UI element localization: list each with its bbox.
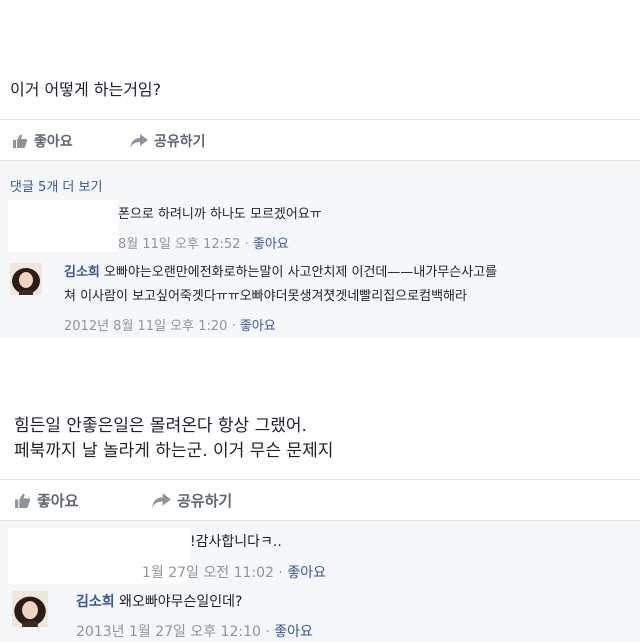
avatar[interactable] (10, 263, 42, 295)
divider (0, 479, 640, 480)
comment-meta: 1월 27일 오전 11:02 · 좋아요 (142, 562, 326, 582)
share-button[interactable]: 공유하기 (130, 131, 206, 151)
meta-separator: · (265, 624, 270, 640)
redacted-name-mask (8, 200, 118, 252)
meta-separator: · (244, 237, 249, 252)
commenter-name[interactable]: 김소희 (64, 265, 100, 280)
comment-date[interactable]: 1월 27일 오전 11:02 (142, 565, 274, 581)
share-button[interactable]: 공유하기 (152, 490, 232, 511)
share-arrow-icon (130, 134, 148, 148)
post-1-text: 이거 어떻게 하는거임? (10, 80, 162, 99)
comment-like-link[interactable]: 좋아요 (240, 319, 276, 334)
like-button[interactable]: 좋아요 (14, 490, 78, 511)
meta-separator: · (278, 565, 283, 581)
comment-like-link[interactable]: 좋아요 (287, 565, 326, 581)
view-more-comments-link[interactable]: 댓글 5개 더 보기 (10, 176, 102, 195)
comment-like-link[interactable]: 좋아요 (274, 624, 313, 640)
divider (0, 119, 640, 120)
comment-text: 김소희 왜오빠야무슨일인데? (76, 594, 243, 610)
comment-meta: 2013년 1월 27일 오후 12:10 · 좋아요 (76, 621, 313, 641)
comment-text: !감사합니다ㅋ.. (190, 534, 282, 550)
commenter-name[interactable]: 김소희 (76, 594, 115, 610)
avatar[interactable] (12, 591, 48, 627)
thumbs-up-icon (12, 134, 28, 148)
comment-date[interactable]: 2012년 8월 11일 오후 1:20 (64, 319, 227, 334)
post-2-text: 힘든일 안좋은일은 몰려온다 항상 그랬어. 페북까지 날 놀라게 하는군. 이… (14, 416, 334, 461)
thumbs-up-icon (14, 493, 31, 508)
like-button[interactable]: 좋아요 (12, 131, 73, 151)
comment-date[interactable]: 2013년 1월 27일 오후 12:10 (76, 624, 261, 640)
comment-text-continued: 쳐 이사람이 보고싶어죽겟다ㅠㅠ오빠야더못생겨졋겟네빨리집으로컴백해라 (64, 289, 467, 304)
comment-meta: 8월 11일 오후 12:52 · 좋아요 (118, 233, 289, 252)
meta-separator: · (231, 319, 236, 334)
comment-like-link[interactable]: 좋아요 (253, 237, 289, 252)
comment-text: 폰으로 하려니까 하나도 모르겠어요ㅠ (118, 207, 322, 222)
comment-date[interactable]: 8월 11일 오후 12:52 (118, 237, 241, 252)
share-arrow-icon (152, 493, 171, 508)
comment-text: 김소희 오빠야는오랜만에전화로하는말이 사고안치제 이건데——내가무슨사고를 (64, 265, 498, 280)
comment-meta: 2012년 8월 11일 오후 1:20 · 좋아요 (64, 315, 276, 334)
